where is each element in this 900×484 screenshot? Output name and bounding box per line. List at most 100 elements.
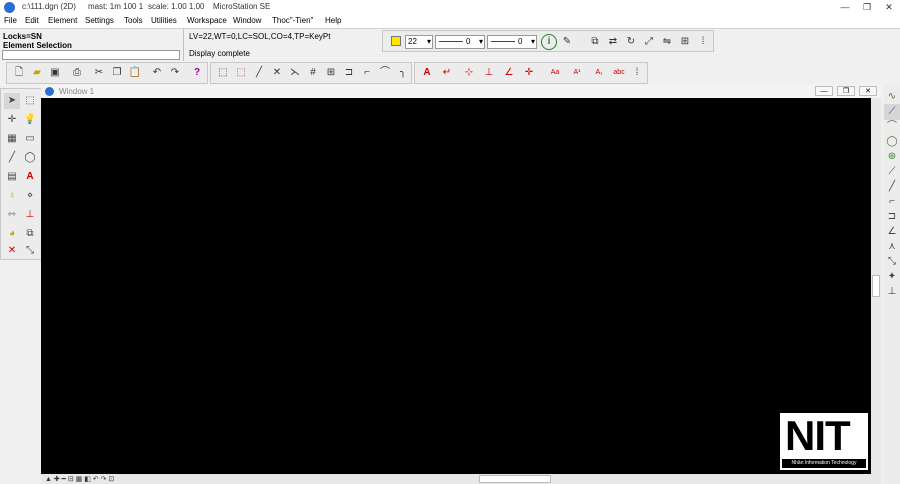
angle-icon[interactable]: ∠ <box>884 224 900 240</box>
circle-icon[interactable]: ◯ <box>22 150 38 166</box>
menu-element[interactable]: Element <box>48 16 77 25</box>
text-format-icon[interactable]: ⁞ <box>629 65 645 81</box>
text-icon[interactable]: A <box>419 65 435 81</box>
scale-element-icon[interactable]: ⤢ <box>641 34 657 50</box>
key-in-field[interactable] <box>2 50 180 60</box>
horizontal-scroll-thumb[interactable] <box>479 475 551 483</box>
view-close-button[interactable]: ✕ <box>859 86 877 96</box>
rotate-element-icon[interactable]: ↻ <box>623 34 639 50</box>
modify-icon[interactable]: ⌐ <box>359 65 375 81</box>
smart-line-icon[interactable]: ⟋ <box>884 104 900 120</box>
copy-element-icon[interactable]: ⧉ <box>587 34 603 50</box>
polyline-icon[interactable]: ╱ <box>884 179 900 195</box>
join-icon[interactable]: ⊐ <box>884 209 900 225</box>
light-bulb-icon[interactable]: 💡 <box>22 112 38 128</box>
menu-thoc-tien[interactable]: Thoc"-Tien" <box>272 16 313 25</box>
modify-tool-icon[interactable]: ⤡ <box>22 243 38 259</box>
pen-icon[interactable]: ✎ <box>559 34 575 50</box>
chamfer-icon[interactable]: ⊐ <box>341 65 357 81</box>
save-icon[interactable]: ▣ <box>47 65 63 81</box>
point-tool-icon[interactable]: ✦ <box>884 269 900 285</box>
cell-icon[interactable]: ▦ <box>4 131 20 147</box>
horizontal-scrollbar[interactable]: ▲ ✚ ━ ⊟ ▦ ◧ ↶ ↷ ⊡ <box>41 474 881 484</box>
print-icon[interactable]: ⎙ <box>69 65 85 81</box>
select-arrow-icon[interactable]: ➤ <box>4 93 20 109</box>
circle-tool-icon[interactable]: ◯ <box>884 134 900 150</box>
multi-line-icon[interactable]: ⟋ <box>884 164 900 180</box>
redo-icon[interactable]: ↷ <box>167 65 183 81</box>
color-select[interactable]: 22 ▾ <box>405 35 433 49</box>
delete-fence-icon[interactable]: ⬚ <box>233 65 249 81</box>
fence-select-icon[interactable]: ⬚ <box>22 93 38 109</box>
menu-tools[interactable]: Tools <box>124 16 143 25</box>
weight-select[interactable]: 0 ▾ <box>487 35 537 49</box>
dimension-icon[interactable]: ⊹ <box>461 65 477 81</box>
menu-window[interactable]: Window <box>233 16 261 25</box>
vertical-scroll-thumb[interactable] <box>872 275 880 297</box>
arc-tool-icon[interactable]: ⌒ <box>884 119 900 135</box>
menu-file[interactable]: File <box>4 16 17 25</box>
grid-icon[interactable]: ⁞ <box>695 34 711 50</box>
axis-icon[interactable]: ⊥ <box>884 284 900 300</box>
text-find-icon[interactable]: abc <box>611 65 627 81</box>
copy-icon[interactable]: ❐ <box>109 65 125 81</box>
move-element-icon[interactable]: ⇄ <box>605 34 621 50</box>
drawing-canvas[interactable] <box>41 98 871 474</box>
mirror-element-icon[interactable]: ⇋ <box>659 34 675 50</box>
view-minimize-button[interactable]: — <box>815 86 833 96</box>
line-tool-icon[interactable]: ╱ <box>4 150 20 166</box>
trim-icon[interactable]: # <box>305 65 321 81</box>
hatch-icon[interactable]: ▤ <box>4 169 20 185</box>
close-button[interactable]: ✕ <box>878 0 900 15</box>
shape-icon[interactable]: ▭ <box>22 131 38 147</box>
undo-icon[interactable]: ↶ <box>149 65 165 81</box>
view-restore-button[interactable]: ❐ <box>837 86 855 96</box>
copy-tool-icon[interactable]: ⧉ <box>22 226 38 242</box>
dim-radius-icon[interactable]: ✛ <box>521 65 537 81</box>
point-icon[interactable]: ⊥ <box>22 207 38 223</box>
measure-icon[interactable]: ⇿ <box>4 207 20 223</box>
snap-point-icon[interactable]: ✛ <box>4 112 20 128</box>
dim-linear-icon[interactable]: ⊥ <box>481 65 497 81</box>
open-folder-icon[interactable]: ▰ <box>29 65 45 81</box>
cut-icon[interactable]: ✂ <box>91 65 107 81</box>
line-style-select[interactable]: 0 ▾ <box>435 35 485 49</box>
stretch-icon[interactable]: ⤡ <box>884 254 900 270</box>
info-icon[interactable]: i <box>541 34 557 50</box>
new-file-icon[interactable]: 🗋 <box>11 65 27 81</box>
delete-element-icon[interactable]: ✕ <box>4 243 20 259</box>
palette-icon[interactable]: ◕ <box>4 226 20 242</box>
extend-icon[interactable]: ⋋ <box>287 65 303 81</box>
bulb-tool-icon[interactable]: ♁ <box>4 188 20 204</box>
ellipse-icon[interactable]: ⊛ <box>884 149 900 165</box>
corner-icon[interactable]: ⌐ <box>884 194 900 210</box>
text-node-icon[interactable]: ↵ <box>439 65 455 81</box>
intersect-icon[interactable]: ✕ <box>269 65 285 81</box>
text-spell-icon[interactable]: A₁ <box>591 65 607 81</box>
view-controls-icon[interactable]: ▲ ✚ ━ ⊟ ▦ ◧ ↶ ↷ ⊡ <box>45 475 114 483</box>
minimize-button[interactable]: — <box>834 0 856 15</box>
fillet-icon[interactable]: ⊞ <box>323 65 339 81</box>
arc-icon[interactable]: ⌒ <box>377 65 393 81</box>
dim-angle-icon[interactable]: ∠ <box>501 65 517 81</box>
line-icon[interactable]: ╱ <box>251 65 267 81</box>
partial-delete-icon[interactable]: ╮ <box>395 65 411 81</box>
curve-icon[interactable]: ∿ <box>884 89 900 105</box>
title-app: MicroStation SE <box>213 2 271 11</box>
menu-utilities[interactable]: Utilities <box>151 16 177 25</box>
place-fence-icon[interactable]: ⬚ <box>215 65 231 81</box>
text-match-icon[interactable]: A¹ <box>569 65 585 81</box>
dimension-tool-icon[interactable]: ⋄ <box>22 188 38 204</box>
restore-button[interactable]: ❐ <box>856 0 878 15</box>
text-edit-icon[interactable]: Aa <box>547 65 563 81</box>
paste-icon[interactable]: 📋 <box>127 65 143 81</box>
branch-icon[interactable]: ⋏ <box>884 239 900 255</box>
menu-edit[interactable]: Edit <box>25 16 39 25</box>
array-element-icon[interactable]: ⊞ <box>677 34 693 50</box>
help-icon[interactable]: ? <box>189 65 205 81</box>
menu-workspace[interactable]: Workspace <box>187 16 227 25</box>
menu-help[interactable]: Help <box>325 16 341 25</box>
menu-settings[interactable]: Settings <box>85 16 114 25</box>
text-tool-icon[interactable]: A <box>22 169 38 185</box>
vertical-scrollbar[interactable] <box>871 98 881 474</box>
